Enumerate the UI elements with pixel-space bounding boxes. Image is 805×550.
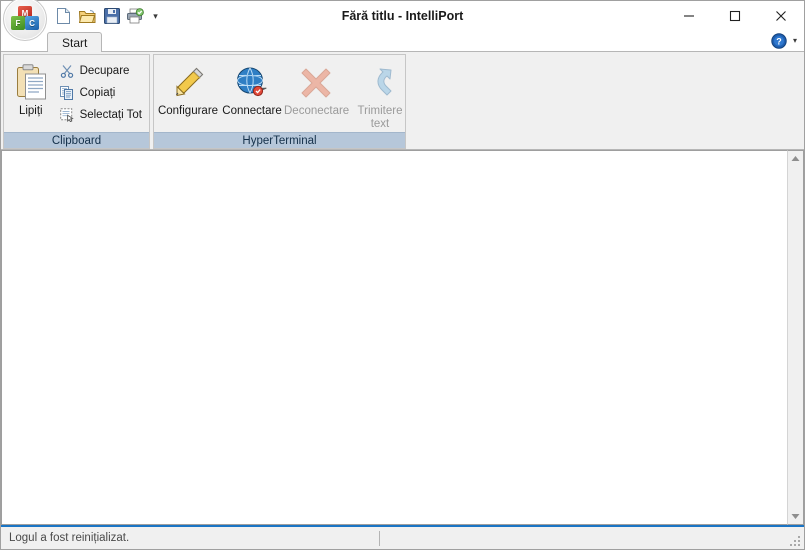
- status-message: Logul a fost reinițializat.: [9, 532, 130, 544]
- terminal-vertical-scrollbar[interactable]: [787, 150, 804, 525]
- send-text-button-label: Trimitere text: [357, 105, 403, 130]
- red-x-icon: [300, 63, 332, 103]
- select-all-icon: [59, 107, 75, 123]
- ribbon-options-caret-icon[interactable]: ▾: [790, 37, 800, 45]
- paste-icon: [14, 62, 48, 104]
- logo-cube-f: F: [11, 16, 25, 30]
- copy-button[interactable]: Copiați: [56, 82, 147, 104]
- scroll-down-arrow-icon[interactable]: [788, 509, 803, 524]
- title-bar: M F C ▾ Fără titlu - IntelliPort: [1, 0, 804, 41]
- paste-button[interactable]: Lipiți: [6, 58, 56, 118]
- status-bar: Logul a fost reinițializat.: [1, 525, 804, 549]
- resize-grip-icon[interactable]: [789, 535, 802, 548]
- quick-access-toolbar: ▾: [53, 5, 162, 27]
- cut-button[interactable]: Decupare: [56, 60, 147, 82]
- select-all-button-label: Selectați Tot: [79, 109, 142, 121]
- quick-access-more-caret-icon[interactable]: ▾: [149, 6, 162, 26]
- print-icon[interactable]: [125, 6, 146, 27]
- maximize-button[interactable]: [712, 1, 758, 30]
- window-controls: [666, 1, 804, 30]
- disconnect-button-label: Deconectare: [284, 105, 350, 117]
- send-arrow-icon: [364, 63, 396, 103]
- copy-icon: [59, 85, 75, 101]
- ribbon-help-area: ? ▾: [770, 31, 800, 51]
- select-all-button[interactable]: Selectați Tot: [56, 104, 147, 126]
- ribbon-group-clipboard: Lipiți Decupare Copiați Selectați Tot Cl…: [3, 54, 150, 149]
- ribbon-group-hyperterminal-caption: HyperTerminal: [154, 132, 405, 148]
- clipboard-small-buttons: Decupare Copiați Selectați Tot: [56, 58, 147, 126]
- svg-text:?: ?: [776, 37, 782, 47]
- cut-button-label: Decupare: [79, 65, 130, 77]
- scroll-up-arrow-icon[interactable]: [788, 151, 803, 166]
- pencil-icon: [171, 63, 205, 103]
- new-document-icon[interactable]: [53, 6, 74, 27]
- paste-button-label: Lipiți: [18, 105, 43, 117]
- application-window: M F C ▾ Fără titlu - IntelliPort Start ?…: [0, 0, 805, 550]
- cut-scissors-icon: [59, 63, 75, 79]
- minimize-button[interactable]: [666, 1, 712, 30]
- logo-cube-c: C: [25, 16, 39, 30]
- ribbon-group-hyperterminal-body: Configurare Connectare Deconectare Trimi…: [154, 55, 405, 132]
- globe-connect-icon: [235, 63, 269, 103]
- mfc-logo-icon: M F C: [11, 6, 39, 32]
- connect-button-label: Connectare: [222, 105, 282, 117]
- terminal-output[interactable]: [1, 150, 787, 525]
- tab-start[interactable]: Start: [47, 32, 103, 52]
- ribbon-tab-strip: Start ? ▾: [1, 31, 804, 52]
- save-icon[interactable]: [101, 6, 122, 27]
- scrollbar-track[interactable]: [788, 166, 803, 509]
- copy-button-label: Copiați: [79, 87, 116, 99]
- disconnect-button: Deconectare: [284, 58, 350, 119]
- status-bar-separator: [379, 531, 380, 546]
- terminal-area: [1, 150, 804, 525]
- ribbon-group-clipboard-caption: Clipboard: [4, 132, 149, 148]
- send-text-button: Trimitere text: [348, 58, 412, 132]
- ribbon-group-clipboard-body: Lipiți Decupare Copiați Selectați Tot: [4, 55, 149, 132]
- ribbon-group-hyperterminal: Configurare Connectare Deconectare Trimi…: [153, 54, 406, 149]
- close-button[interactable]: [758, 1, 804, 30]
- connect-button[interactable]: Connectare: [220, 58, 284, 119]
- open-folder-icon[interactable]: [77, 6, 98, 27]
- configure-button[interactable]: Configurare: [156, 58, 220, 119]
- help-circle-icon[interactable]: ?: [770, 32, 788, 50]
- configure-button-label: Configurare: [157, 105, 219, 117]
- ribbon-panel: Lipiți Decupare Copiați Selectați Tot Cl…: [1, 51, 804, 150]
